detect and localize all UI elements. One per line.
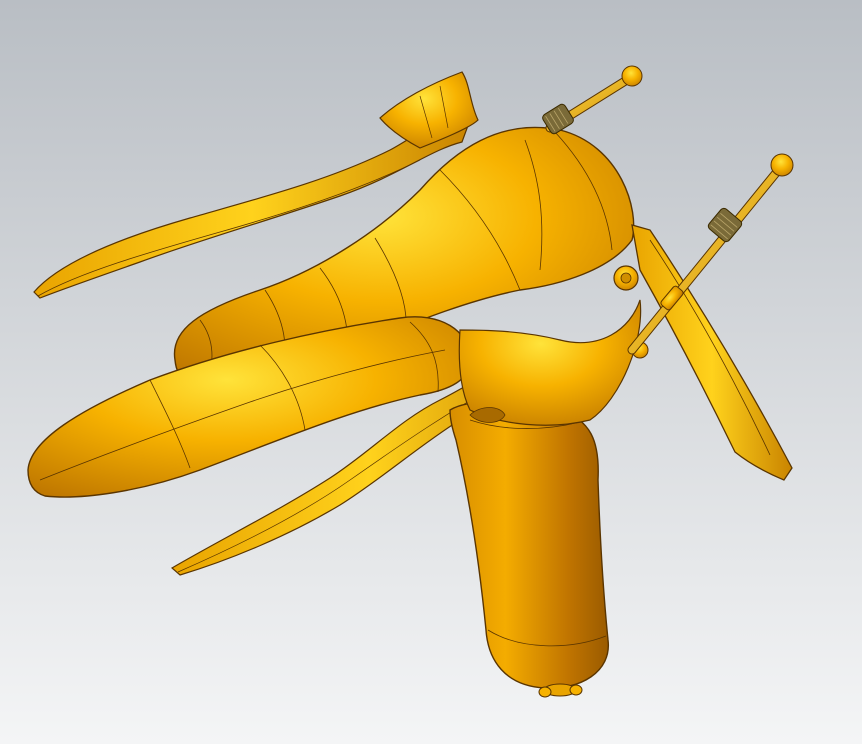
model-canvas[interactable] — [0, 0, 862, 744]
hinge-pin[interactable] — [613, 265, 639, 291]
cad-3d-viewport[interactable] — [0, 0, 862, 744]
